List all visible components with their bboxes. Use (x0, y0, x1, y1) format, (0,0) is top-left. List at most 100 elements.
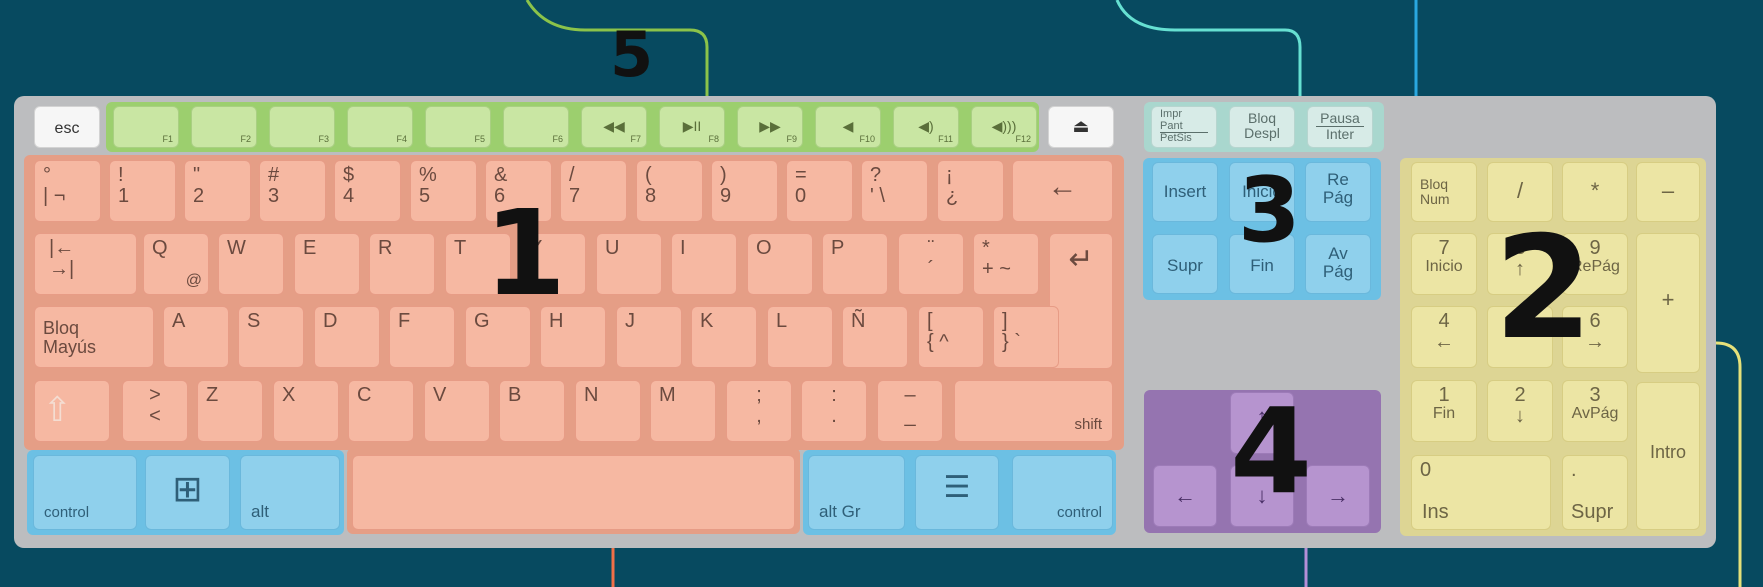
key-a[interactable]: A (163, 306, 229, 368)
key-brace-right[interactable]: ]} ` (993, 306, 1059, 368)
key-f[interactable]: F (389, 306, 455, 368)
windows-logo-icon: ⊞ (172, 468, 203, 509)
key-supr[interactable]: Supr (1152, 234, 1218, 294)
key-backspace[interactable]: ← (1012, 160, 1113, 222)
key-alt[interactable]: alt (240, 455, 340, 530)
key-acute[interactable]: ¨ ´ (898, 233, 964, 295)
key-e[interactable]: E (294, 233, 360, 295)
key-q[interactable]: Q @ (143, 233, 209, 295)
key-intro[interactable]: Intro (1636, 382, 1700, 530)
key-inverted-exclamation[interactable]: ¡ ¿ (937, 160, 1004, 222)
key-z[interactable]: Z (197, 380, 263, 442)
key-o[interactable]: O (747, 233, 813, 295)
key-tab[interactable]: |← →| (34, 233, 137, 295)
key-d[interactable]: D (314, 306, 380, 368)
key-arrow-right[interactable]: → (1306, 465, 1370, 527)
key-eject[interactable]: ⏏ (1048, 106, 1114, 148)
zone-number-1: 1 (484, 184, 567, 322)
key-p[interactable]: P (822, 233, 888, 295)
key-i[interactable]: I (671, 233, 737, 295)
key-degree[interactable]: ° | ¬ (34, 160, 101, 222)
key-f12[interactable]: ◀))) F12 (971, 106, 1037, 148)
key-3[interactable]: #3 (259, 160, 326, 222)
enter-arrow-icon: ↵ (1068, 243, 1094, 276)
key-f9[interactable]: ▶▶ F9 (737, 106, 803, 148)
key-7[interactable]: /7 (560, 160, 627, 222)
key-control-left[interactable]: control (33, 455, 137, 530)
key-np-1[interactable]: 1 Fin (1411, 380, 1477, 442)
key-9[interactable]: ) 9 (711, 160, 778, 222)
key-s[interactable]: S (238, 306, 304, 368)
key-np-minus[interactable]: – (1636, 162, 1700, 222)
key-5[interactable]: % 5 (410, 160, 477, 222)
key-np-7[interactable]: 7 Inicio (1411, 233, 1477, 295)
zone-number-2: 2 (1494, 206, 1593, 371)
key-av-pag[interactable]: Av Pág (1305, 234, 1371, 294)
key-c[interactable]: C (348, 380, 414, 442)
key-f6[interactable]: F6 (503, 106, 569, 148)
key-np-2[interactable]: 2 ↓ (1487, 380, 1553, 442)
key-l[interactable]: L (767, 306, 833, 368)
key-dash[interactable]: – _ (877, 380, 943, 442)
key-k[interactable]: K (691, 306, 757, 368)
key-apostrophe[interactable]: ? ' \ (861, 160, 928, 222)
shift-arrow-icon: ⇧ (43, 391, 72, 429)
key-brace-left[interactable]: [{ ^ (918, 306, 984, 368)
key-caps-lock[interactable]: Bloq Mayús (34, 306, 154, 368)
key-pausa[interactable]: Pausa Inter (1307, 106, 1373, 148)
key-bloq-despl[interactable]: Bloq Despl (1229, 106, 1295, 148)
key-0[interactable]: = 0 (786, 160, 853, 222)
key-bloq-num[interactable]: Bloq Num (1411, 162, 1477, 222)
key-j[interactable]: J (616, 306, 682, 368)
key-b[interactable]: B (499, 380, 565, 442)
key-esc[interactable]: esc (34, 106, 100, 148)
key-space[interactable] (352, 455, 795, 530)
key-n-tilde[interactable]: Ñ (842, 306, 908, 368)
key-v[interactable]: V (424, 380, 490, 442)
f2-label: F2 (240, 133, 251, 144)
key-np-4[interactable]: 4 ← (1411, 306, 1477, 368)
key-f8[interactable]: ▶II F8 (659, 106, 725, 148)
keyboard-diagram: esc F1 F2 F3 F4 F5 F6 ◀◀ F7 ▶II F8 ▶▶ F9 ◀ F… (0, 0, 1763, 587)
key-f2[interactable]: F2 (191, 106, 257, 148)
key-f10[interactable]: ◀ F10 (815, 106, 881, 148)
key-r[interactable]: R (369, 233, 435, 295)
key-control-right[interactable]: control (1012, 455, 1113, 530)
key-np-plus[interactable]: + (1636, 233, 1700, 373)
key-f7[interactable]: ◀◀ F7 (581, 106, 647, 148)
key-colon[interactable]: :. (801, 380, 867, 442)
key-x[interactable]: X (273, 380, 339, 442)
key-f4[interactable]: F4 (347, 106, 413, 148)
key-re-pag[interactable]: Re Pág (1305, 162, 1371, 222)
key-8[interactable]: (8 (636, 160, 703, 222)
key-less-than[interactable]: > < (122, 380, 188, 442)
key-np-dot[interactable]: . Supr (1562, 455, 1628, 530)
key-f11[interactable]: ◀) F11 (893, 106, 959, 148)
key-impr-pant[interactable]: Impr Pant PetSis (1151, 106, 1217, 148)
key-np-3[interactable]: 3 AvPág (1562, 380, 1628, 442)
mute-icon: ◀ (842, 118, 854, 134)
key-context-menu[interactable]: ☰ (915, 455, 999, 530)
key-insert[interactable]: Insert (1152, 162, 1218, 222)
key-m[interactable]: M (650, 380, 716, 442)
key-2[interactable]: " 2 (184, 160, 251, 222)
key-semicolon[interactable]: ;, (726, 380, 792, 442)
key-w[interactable]: W (218, 233, 284, 295)
key-n[interactable]: N (575, 380, 641, 442)
key-4[interactable]: $4 (334, 160, 401, 222)
key-plus[interactable]: * + ~ (973, 233, 1039, 295)
backspace-arrow-icon: ← (1047, 170, 1078, 203)
key-1[interactable]: ! 1 (109, 160, 176, 222)
key-shift-left[interactable]: ⇧ (34, 380, 110, 442)
volume-down-icon: ◀) (918, 118, 934, 134)
key-f3[interactable]: F3 (269, 106, 335, 148)
key-np-0[interactable]: 0 Ins (1411, 455, 1551, 530)
key-windows[interactable]: ⊞ (145, 455, 230, 530)
key-shift-right[interactable]: shift (954, 380, 1113, 442)
fast-forward-icon: ▶▶ (759, 118, 781, 134)
key-arrow-left[interactable]: ← (1153, 465, 1217, 527)
key-alt-gr[interactable]: alt Gr (808, 455, 905, 530)
key-f5[interactable]: F5 (425, 106, 491, 148)
key-u[interactable]: U (596, 233, 662, 295)
key-f1[interactable]: F1 (113, 106, 179, 148)
